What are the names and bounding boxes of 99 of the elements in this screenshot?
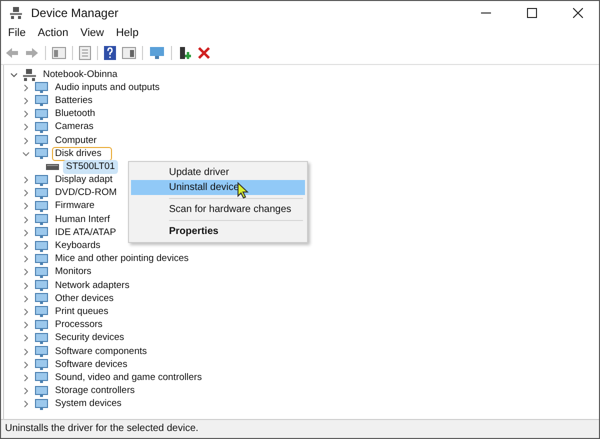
chevron-right-icon[interactable] [22, 268, 30, 276]
device-icon [35, 306, 48, 318]
panel-icon[interactable] [122, 47, 136, 59]
chevron-right-icon[interactable] [22, 84, 30, 92]
status-bar: Uninstalls the driver for the selected device. [1, 419, 599, 438]
device-manager-icon [9, 6, 23, 20]
device-icon [35, 346, 48, 358]
device-icon [35, 214, 48, 226]
tree-item[interactable]: DVD/CD-ROM [52, 186, 120, 200]
tree-item[interactable]: Monitors [52, 265, 94, 280]
chevron-right-icon[interactable] [22, 255, 30, 264]
device-icon [35, 372, 48, 384]
chevron-right-icon[interactable] [22, 228, 30, 237]
pointer-icon [237, 182, 249, 199]
monitor-icon[interactable] [149, 46, 165, 60]
chevron-right-icon[interactable] [22, 387, 30, 396]
device-icon [35, 320, 48, 331]
forward-arrow-icon[interactable] [25, 47, 39, 59]
chevron-right-icon[interactable] [22, 282, 30, 290]
window-title: Device Manager [31, 6, 120, 20]
tree-item[interactable]: IDE ATA/ATAP [52, 226, 120, 240]
menu-item[interactable]: Uninstall device [131, 180, 305, 195]
chevron-right-icon[interactable] [22, 216, 30, 224]
chevron-right-icon[interactable] [22, 110, 30, 118]
chevron-right-icon[interactable] [22, 136, 30, 145]
device-icon [35, 148, 48, 160]
tree-item[interactable]: Mice and other pointing devices [52, 252, 192, 266]
panel-icon[interactable] [52, 47, 66, 59]
tree-item[interactable]: Bluetooth [52, 107, 98, 122]
chevron-right-icon[interactable] [22, 96, 30, 105]
device-icon [35, 398, 48, 410]
computer-icon [23, 68, 36, 81]
tree-item[interactable]: Network adapters [52, 278, 132, 293]
maximize-icon[interactable] [527, 8, 537, 18]
device-icon [35, 266, 48, 278]
device-icon [35, 108, 48, 120]
chevron-right-icon[interactable] [22, 400, 30, 408]
menu-item[interactable]: Update driver [131, 165, 305, 180]
tree-item[interactable]: Notebook-Obinna [40, 68, 120, 82]
tree-item[interactable]: Firmware [52, 199, 98, 214]
tree-item[interactable]: Display adapt [52, 173, 116, 188]
device-icon [35, 240, 48, 252]
menu-item[interactable]: Action [38, 27, 68, 39]
menu-item[interactable]: Scan for hardware changes [131, 202, 305, 217]
menu-item[interactable]: Properties [131, 224, 305, 239]
tree-item[interactable]: Computer [52, 134, 100, 148]
tree-item[interactable]: Human Interf [52, 212, 113, 227]
tree-item[interactable]: Storage controllers [52, 384, 138, 398]
chevron-right-icon[interactable] [22, 348, 30, 356]
device-icon [35, 174, 48, 186]
menu-item[interactable]: Help [116, 27, 139, 39]
tree-item[interactable]: Software devices [52, 358, 130, 372]
device-icon [35, 280, 48, 292]
properties-icon[interactable] [79, 46, 91, 60]
tree-item[interactable]: Other devices [52, 292, 117, 306]
chevron-right-icon[interactable] [22, 123, 30, 132]
chevron-right-icon[interactable] [22, 294, 30, 303]
tree-item[interactable]: System devices [52, 397, 125, 412]
device-icon [35, 82, 48, 94]
device-icon [35, 386, 48, 397]
chevron-right-icon[interactable] [22, 242, 30, 250]
chevron-right-icon[interactable] [22, 334, 30, 342]
device-icon [35, 135, 48, 146]
tree-item[interactable]: Processors [52, 318, 106, 332]
chevron-right-icon[interactable] [22, 321, 30, 330]
chevron-right-icon[interactable] [22, 189, 30, 198]
device-icon [35, 359, 48, 370]
tree-item[interactable]: Software components [52, 344, 150, 359]
chevron-right-icon[interactable] [22, 176, 30, 184]
tree-item[interactable]: Sound, video and game controllers [52, 370, 205, 385]
tree-item[interactable]: ST500LT01 [63, 160, 118, 174]
device-icon [35, 95, 48, 106]
device-icon [35, 293, 48, 304]
tree-item[interactable]: Print queues [52, 304, 112, 319]
tree-item[interactable]: Security devices [52, 331, 128, 346]
chevron-right-icon[interactable] [22, 374, 30, 382]
chevron-right-icon[interactable] [22, 360, 30, 369]
add-driver-icon[interactable] [178, 46, 192, 60]
device-icon [35, 122, 48, 133]
tree-item[interactable]: Batteries [52, 94, 96, 108]
chevron-down-icon[interactable] [10, 70, 18, 79]
chevron-right-icon[interactable] [22, 308, 30, 316]
delete-icon[interactable] [198, 47, 210, 59]
tree-item[interactable]: Keyboards [52, 239, 104, 254]
chevron-down-icon[interactable] [22, 150, 30, 158]
close-icon[interactable] [573, 8, 583, 18]
device-icon [35, 254, 48, 265]
tree-item[interactable]: Audio inputs and outputs [52, 80, 163, 95]
disk-drive-icon [46, 164, 59, 170]
device-icon [35, 227, 48, 238]
back-arrow-icon[interactable] [5, 47, 19, 59]
menu-item[interactable]: File [8, 27, 26, 39]
device-icon [35, 200, 48, 212]
tree-item[interactable]: Cameras [52, 120, 97, 134]
menu-item[interactable]: View [80, 27, 104, 39]
device-icon [35, 332, 48, 344]
help-icon[interactable] [104, 46, 116, 60]
chevron-right-icon[interactable] [22, 202, 30, 210]
device-icon [35, 188, 48, 199]
